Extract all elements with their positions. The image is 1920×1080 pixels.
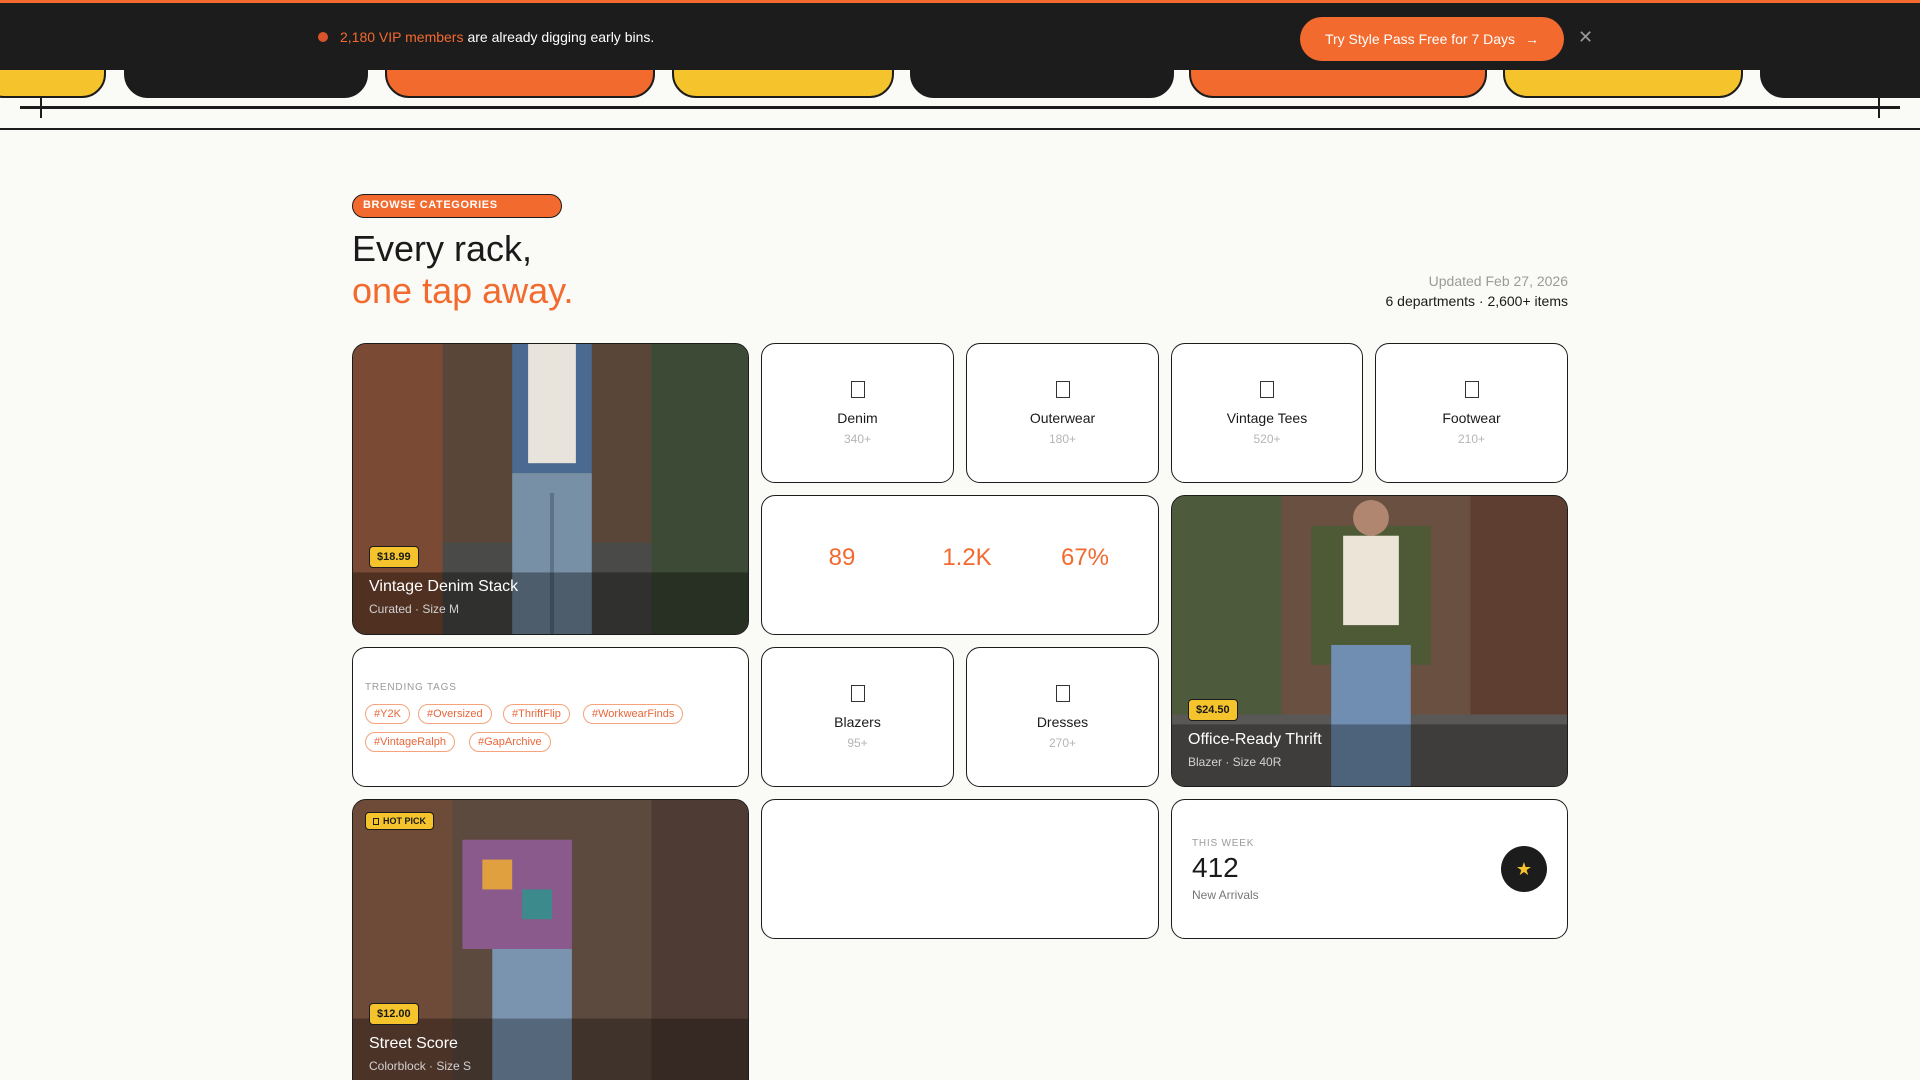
product-subtitle: Blazer · Size 40R	[1188, 755, 1282, 769]
live-dot-icon	[318, 32, 328, 42]
category-count: 520+	[1253, 431, 1281, 446]
trending-tag[interactable]: #Oversized	[418, 704, 492, 724]
updated-date: Updated Feb 27, 2026	[1428, 273, 1568, 289]
denim-icon	[850, 380, 865, 398]
product-title: Street Score	[369, 1035, 458, 1052]
product-card-denim[interactable]: $18.99 Vintage Denim Stack Curated · Siz…	[352, 343, 749, 635]
announcement-bar: 2,180 VIP members are already digging ea…	[0, 0, 1920, 70]
page-title-accent: one tap away.	[352, 270, 574, 311]
ticker-pill[interactable]	[1760, 70, 1920, 98]
category-count: 270+	[1048, 735, 1077, 750]
empty-card	[761, 799, 1159, 939]
product-subtitle: Colorblock · Size S	[369, 1059, 472, 1073]
blazer-icon	[850, 684, 865, 702]
category-name: Blazers	[834, 713, 881, 730]
announcement-text: 2,180 VIP members are already digging ea…	[318, 29, 654, 45]
new-arrivals-card[interactable]: THIS WEEK 412 New Arrivals ★	[1171, 799, 1568, 939]
category-name: Denim	[837, 409, 878, 426]
ticker-pill[interactable]	[385, 70, 655, 98]
close-icon[interactable]: ✕	[1578, 27, 1593, 48]
stat-value: 67%	[1060, 544, 1110, 571]
product-card-street[interactable]: HOT PICK $12.00 Street Score Colorblock …	[352, 799, 749, 1080]
section-badge: BROWSE CATEGORIES	[352, 194, 562, 218]
category-ticker	[0, 70, 1920, 130]
ticker-pill[interactable]	[1503, 70, 1743, 98]
rail-tick	[1878, 96, 1880, 118]
category-count: 95+	[847, 735, 868, 750]
trending-tag[interactable]: #WorkwearFinds	[583, 704, 684, 724]
price-tag: $18.99	[369, 546, 419, 568]
trending-tag[interactable]: #GapArchive	[469, 732, 551, 752]
trending-tag[interactable]: #Y2K	[365, 704, 410, 724]
fire-icon	[373, 817, 379, 825]
ticker-pill[interactable]	[910, 70, 1174, 98]
product-title: Vintage Denim Stack	[369, 578, 519, 595]
dress-icon	[1055, 684, 1070, 702]
star-icon[interactable]: ★	[1501, 846, 1547, 892]
page-title: Every rack,	[352, 228, 533, 269]
product-card-blazer[interactable]: $24.50 Office-Ready Thrift Blazer · Size…	[1171, 495, 1568, 787]
this-week-label: THIS WEEK	[1192, 838, 1255, 849]
vip-count: 2,180 VIP members	[340, 29, 464, 45]
stat-value: 89	[828, 544, 856, 571]
department-meta: 6 departments · 2,600+ items	[1385, 293, 1569, 309]
arrow-right-icon: →	[1525, 31, 1540, 47]
trending-tags-card: TRENDING TAGS #Y2K #Oversized #ThriftFli…	[352, 647, 749, 787]
category-card-blazers[interactable]: Blazers 95+	[761, 647, 954, 787]
category-name: Outerwear	[1029, 409, 1096, 426]
category-name: Vintage Tees	[1226, 409, 1308, 426]
ticker-pill[interactable]	[672, 70, 894, 98]
hot-pick-badge: HOT PICK	[365, 812, 435, 830]
ticker-pill[interactable]	[0, 70, 106, 98]
price-tag: $24.50	[1188, 699, 1238, 721]
trending-tag[interactable]: #ThriftFlip	[503, 704, 570, 724]
category-card-footwear[interactable]: Footwear 210+	[1375, 343, 1568, 483]
style-pass-cta-button[interactable]: Try Style Pass Free for 7 Days →	[1300, 17, 1564, 61]
category-card-denim[interactable]: Denim 340+	[761, 343, 954, 483]
trending-tags-label: TRENDING TAGS	[365, 682, 457, 693]
category-count: 340+	[843, 431, 872, 446]
hot-pick-label: HOT PICK	[383, 816, 427, 826]
footwear-icon	[1464, 380, 1479, 398]
ticker-pill[interactable]	[124, 70, 368, 98]
category-card-dresses[interactable]: Dresses 270+	[966, 647, 1159, 787]
category-name: Dresses	[1036, 713, 1089, 730]
announcement-message: are already digging early bins.	[467, 29, 655, 45]
category-count: 210+	[1457, 431, 1486, 446]
product-title: Office-Ready Thrift	[1188, 731, 1322, 748]
outerwear-icon	[1055, 380, 1070, 398]
new-arrivals-count: 412	[1192, 852, 1239, 883]
ticker-pill[interactable]	[1189, 70, 1487, 98]
stat-value: 1.2K	[942, 544, 992, 571]
new-arrivals-label: New Arrivals	[1192, 888, 1259, 902]
header-divider	[0, 128, 1920, 130]
tee-icon	[1260, 380, 1274, 398]
rail-tick	[40, 96, 42, 118]
category-name: Footwear	[1442, 409, 1501, 426]
ticker-rail	[20, 106, 1900, 109]
stats-card: 89 1.2K 67%	[761, 495, 1159, 635]
trending-tag[interactable]: #VintageRalph	[365, 732, 455, 752]
category-card-outerwear[interactable]: Outerwear 180+	[966, 343, 1159, 483]
category-card-vintage-tees[interactable]: Vintage Tees 520+	[1171, 343, 1363, 483]
category-count: 180+	[1048, 431, 1077, 446]
product-subtitle: Curated · Size M	[369, 602, 460, 616]
price-tag: $12.00	[369, 1003, 419, 1025]
cta-label: Try Style Pass Free for 7 Days	[1324, 31, 1516, 47]
